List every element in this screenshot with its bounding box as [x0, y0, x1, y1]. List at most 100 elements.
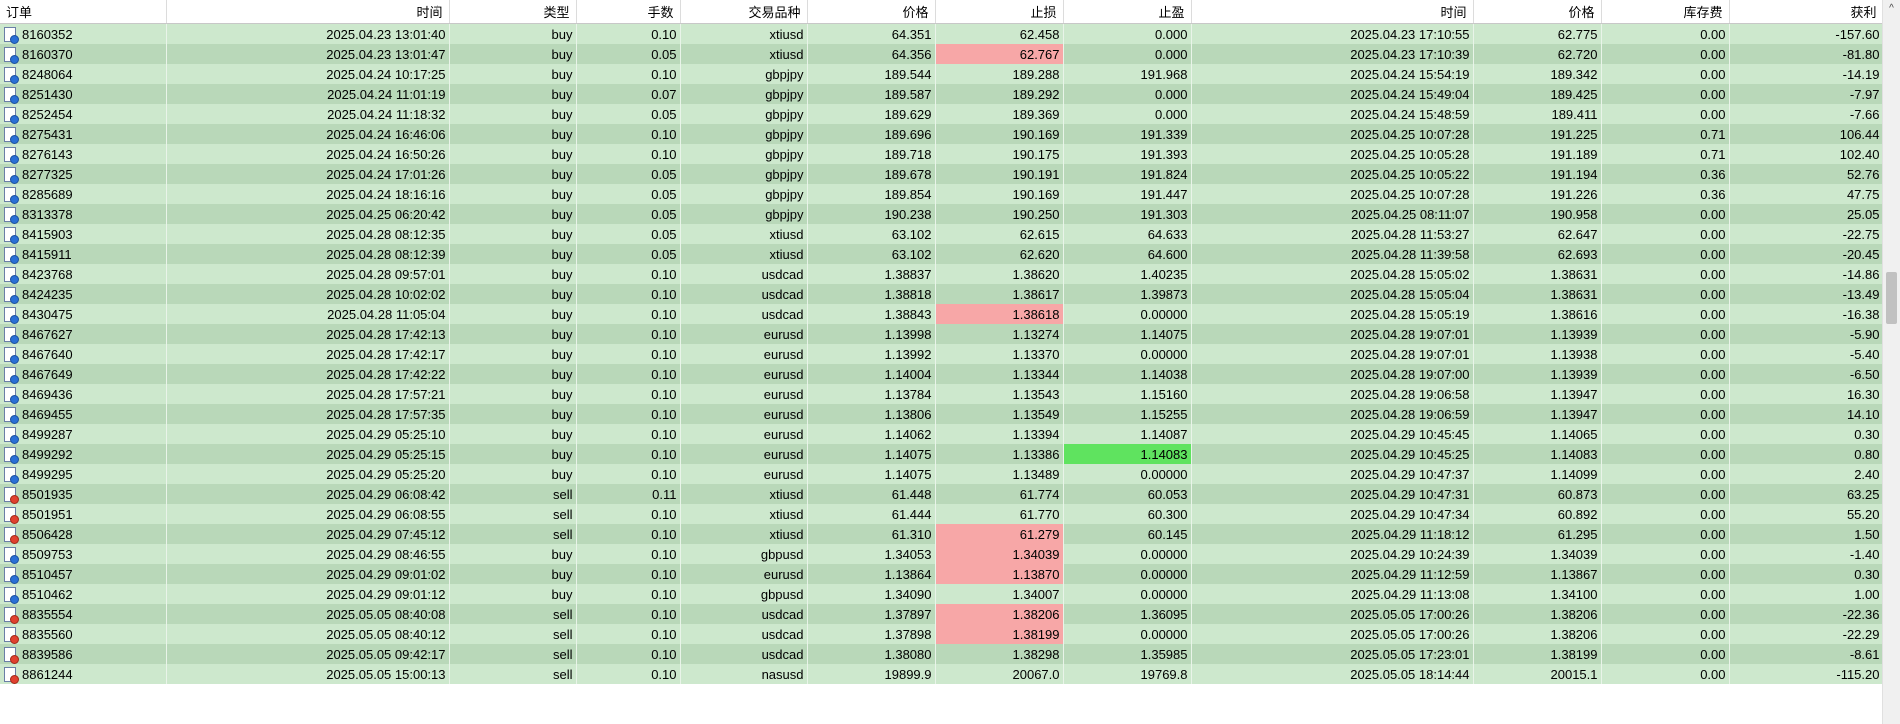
cell-profit: -6.50 [1729, 364, 1883, 384]
cell-close-price: 1.38206 [1473, 604, 1602, 624]
table-row[interactable]: 8510462 2025.04.29 09:01:12 buy 0.10 gbpusd 1… [0, 584, 1883, 604]
table-row[interactable]: 8501935 2025.04.29 06:08:42 sell 0.11 xtiusd… [0, 484, 1883, 504]
cell-symbol: eurusd [680, 444, 808, 464]
cell-type: buy [449, 244, 577, 264]
table-row[interactable]: 8313378 2025.04.25 06:20:42 buy 0.05 gbpjpy 1… [0, 204, 1883, 224]
cell-price: 1.13864 [807, 564, 936, 584]
cell-swap: 0.00 [1601, 364, 1730, 384]
cell-volume: 0.10 [576, 264, 681, 284]
cell-symbol: usdcad [680, 304, 808, 324]
column-header-symbol[interactable]: 交易品种 [680, 0, 808, 24]
column-header-order[interactable]: 订单 [0, 0, 167, 24]
cell-close-price: 62.775 [1473, 23, 1602, 44]
cell-swap: 0.00 [1601, 484, 1730, 504]
cell-profit: -7.97 [1729, 84, 1883, 104]
column-header-swap[interactable]: 库存费 [1601, 0, 1730, 24]
table-row[interactable]: 8423768 2025.04.28 09:57:01 buy 0.10 usdcad 1… [0, 264, 1883, 284]
cell-time: 2025.04.29 09:01:12 [166, 584, 450, 604]
cell-sl: 1.13543 [935, 384, 1064, 404]
order-number: 8467627 [22, 326, 73, 342]
cell-price: 61.444 [807, 504, 936, 524]
column-header-tp[interactable]: 止盈 [1063, 0, 1192, 24]
column-header-sl[interactable]: 止损 [935, 0, 1064, 24]
cell-time: 2025.04.25 06:20:42 [166, 204, 450, 224]
column-header-close-price[interactable]: 价格 [1473, 0, 1602, 24]
column-header-close-time[interactable]: 时间 [1191, 0, 1474, 24]
column-header-type[interactable]: 类型 [449, 0, 577, 24]
cell-close-time: 2025.04.28 15:05:02 [1191, 264, 1474, 284]
cell-time: 2025.04.29 05:25:10 [166, 424, 450, 444]
trade-history-table: 订单 时间 / 类型 手数 交易品种 价格 止损 止盈 时间 价格 库存费 获利 8160352 2025… [0, 0, 1883, 684]
cell-close-time: 2025.04.28 19:07:01 [1191, 324, 1474, 344]
order-number: 8313378 [22, 206, 73, 222]
cell-type: sell [449, 624, 577, 644]
cell-close-price: 1.38616 [1473, 304, 1602, 324]
order-number: 8277325 [22, 166, 73, 182]
cell-time: 2025.04.23 13:01:40 [166, 23, 450, 44]
vertical-scrollbar[interactable]: ^ [1882, 0, 1900, 724]
order-number: 8839586 [22, 646, 73, 662]
table-row[interactable]: 8835560 2025.05.05 08:40:12 sell 0.10 usdcad… [0, 624, 1883, 644]
cell-type: buy [449, 104, 577, 124]
cell-sl: 1.13394 [935, 424, 1064, 444]
table-row[interactable]: 8835554 2025.05.05 08:40:08 sell 0.10 usdcad… [0, 604, 1883, 624]
order-number: 8499292 [22, 446, 73, 462]
table-row[interactable]: 8275431 2025.04.24 16:46:06 buy 0.10 gbpjpy 1… [0, 124, 1883, 144]
cell-close-time: 2025.04.28 11:53:27 [1191, 224, 1474, 244]
table-row[interactable]: 8160370 2025.04.23 13:01:47 buy 0.05 xtiusd 6… [0, 44, 1883, 64]
column-header-volume[interactable]: 手数 [576, 0, 681, 24]
table-row[interactable]: 8469455 2025.04.28 17:57:35 buy 0.10 eurusd 1… [0, 404, 1883, 424]
cell-volume: 0.07 [576, 84, 681, 104]
table-row[interactable]: 8251430 2025.04.24 11:01:19 buy 0.07 gbpjpy 1… [0, 84, 1883, 104]
table-row[interactable]: 8509753 2025.04.29 08:46:55 buy 0.10 gbpusd 1… [0, 544, 1883, 564]
cell-tp: 60.145 [1063, 524, 1192, 544]
cell-symbol: eurusd [680, 464, 808, 484]
column-header-price[interactable]: 价格 [807, 0, 936, 24]
table-row[interactable]: 8469436 2025.04.28 17:57:21 buy 0.10 eurusd 1… [0, 384, 1883, 404]
table-row[interactable]: 8160352 2025.04.23 13:01:40 buy 0.10 xtiusd 6… [0, 23, 1883, 44]
table-row[interactable]: 8467640 2025.04.28 17:42:17 buy 0.10 eurusd 1… [0, 344, 1883, 364]
cell-sl: 1.13344 [935, 364, 1064, 384]
table-row[interactable]: 8506428 2025.04.29 07:45:12 sell 0.10 xtiusd… [0, 524, 1883, 544]
cell-volume: 0.10 [576, 304, 681, 324]
table-row[interactable]: 8430475 2025.04.28 11:05:04 buy 0.10 usdcad 1… [0, 304, 1883, 324]
cell-price: 189.718 [807, 144, 936, 164]
buy-order-icon [4, 166, 19, 184]
table-row[interactable]: 8285689 2025.04.24 18:16:16 buy 0.05 gbpjpy 1… [0, 184, 1883, 204]
cell-order: 8285689 [0, 184, 167, 204]
sell-order-icon [4, 626, 19, 644]
column-header-time[interactable]: 时间 / [166, 0, 450, 24]
table-row[interactable]: 8467627 2025.04.28 17:42:13 buy 0.10 eurusd 1… [0, 324, 1883, 344]
table-row[interactable]: 8499292 2025.04.29 05:25:15 buy 0.10 eurusd 1… [0, 444, 1883, 464]
table-row[interactable]: 8415911 2025.04.28 08:12:39 buy 0.05 xtiusd 6… [0, 244, 1883, 264]
table-row[interactable]: 8415903 2025.04.28 08:12:35 buy 0.05 xtiusd 6… [0, 224, 1883, 244]
cell-sl: 61.770 [935, 504, 1064, 524]
table-row[interactable]: 8467649 2025.04.28 17:42:22 buy 0.10 eurusd 1… [0, 364, 1883, 384]
table-row[interactable]: 8839586 2025.05.05 09:42:17 sell 0.10 usdcad… [0, 644, 1883, 664]
cell-close-price: 20015.1 [1473, 664, 1602, 684]
table-row[interactable]: 8501951 2025.04.29 06:08:55 sell 0.10 xtiusd… [0, 504, 1883, 524]
cell-close-price: 1.38631 [1473, 264, 1602, 284]
cell-price: 1.14062 [807, 424, 936, 444]
cell-symbol: xtiusd [680, 44, 808, 64]
table-row[interactable]: 8248064 2025.04.24 10:17:25 buy 0.10 gbpjpy 1… [0, 64, 1883, 84]
table-row[interactable]: 8861244 2025.05.05 15:00:13 sell 0.10 nasusd… [0, 664, 1883, 684]
order-number: 8424235 [22, 286, 73, 302]
cell-symbol: xtiusd [680, 224, 808, 244]
scroll-up-arrow-icon[interactable]: ^ [1883, 0, 1900, 17]
order-number: 8430475 [22, 306, 73, 322]
scroll-thumb[interactable] [1886, 272, 1897, 324]
cell-sl: 1.13370 [935, 344, 1064, 364]
cell-volume: 0.10 [576, 504, 681, 524]
cell-volume: 0.10 [576, 124, 681, 144]
cell-order: 8467649 [0, 364, 167, 384]
table-row[interactable]: 8277325 2025.04.24 17:01:26 buy 0.05 gbpjpy 1… [0, 164, 1883, 184]
column-header-profit[interactable]: 获利 [1729, 0, 1883, 24]
order-number: 8467640 [22, 346, 73, 362]
table-row[interactable]: 8499295 2025.04.29 05:25:20 buy 0.10 eurusd 1… [0, 464, 1883, 484]
table-row[interactable]: 8424235 2025.04.28 10:02:02 buy 0.10 usdcad 1… [0, 284, 1883, 304]
table-row[interactable]: 8510457 2025.04.29 09:01:02 buy 0.10 eurusd 1… [0, 564, 1883, 584]
table-row[interactable]: 8252454 2025.04.24 11:18:32 buy 0.05 gbpjpy 1… [0, 104, 1883, 124]
table-row[interactable]: 8499287 2025.04.29 05:25:10 buy 0.10 eurusd 1… [0, 424, 1883, 444]
table-row[interactable]: 8276143 2025.04.24 16:50:26 buy 0.10 gbpjpy 1… [0, 144, 1883, 164]
